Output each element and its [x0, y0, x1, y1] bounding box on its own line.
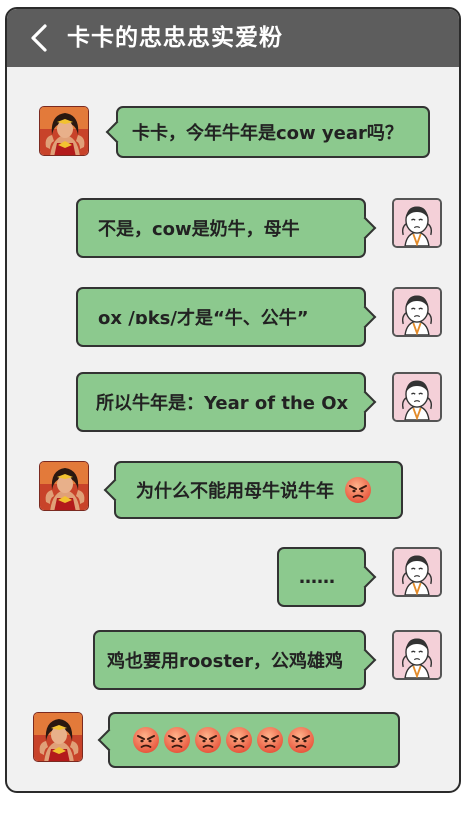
message-text: …… [299, 566, 335, 588]
bubble-tail [353, 565, 377, 589]
bubble-tail [103, 478, 127, 502]
superhero-avatar[interactable] [33, 712, 83, 762]
chat-bubble-right[interactable]: 所以牛年是：Year of the Ox [76, 372, 377, 432]
angry-face-icon [344, 476, 372, 504]
angry-face-icon [163, 726, 191, 754]
phone-frame: 卡卡的忠忠忠实爱粉 卡卡，今年牛年是cow year吗？ 不是，cow是奶牛，母… [5, 7, 461, 793]
bubble-tail [97, 728, 121, 752]
chat-bubble-right[interactable]: ox /ɒks/才是“牛、公牛” [76, 287, 377, 347]
bubble-tail [353, 305, 377, 329]
bubble-tail [353, 216, 377, 240]
chat-bubble-right[interactable]: …… [277, 547, 377, 607]
chat-title: 卡卡的忠忠忠实爱粉 [67, 25, 283, 51]
bubble-tail [105, 120, 129, 144]
cartoon-girl-avatar[interactable] [392, 547, 442, 597]
chat-header: 卡卡的忠忠忠实爱粉 [7, 9, 459, 67]
chat-bubble-right[interactable]: 鸡也要用rooster，公鸡雄鸡 [93, 630, 377, 690]
message-text: 不是，cow是奶牛，母牛 [98, 219, 300, 240]
angry-face-icon [287, 726, 315, 754]
message-text: ox /ɒks/才是“牛、公牛” [98, 308, 309, 329]
back-button[interactable] [25, 21, 55, 55]
chat-bubble-left[interactable]: 卡卡，今年牛年是cow year吗？ [105, 106, 430, 158]
cartoon-girl-avatar[interactable] [392, 630, 442, 680]
message-text: 为什么不能用母牛说牛年 [136, 481, 334, 502]
angry-face-icon [132, 726, 160, 754]
chevron-left-icon [31, 24, 47, 52]
superhero-avatar[interactable] [39, 106, 89, 156]
angry-face-icon [256, 726, 284, 754]
bubble-tail [353, 390, 377, 414]
chat-bubble-right[interactable]: 不是，cow是奶牛，母牛 [76, 198, 377, 258]
chat-bubble-left[interactable]: 为什么不能用母牛说牛年 [103, 461, 403, 519]
cartoon-girl-avatar[interactable] [392, 198, 442, 248]
chat-bubble-left[interactable] [97, 712, 400, 768]
bubble-tail [353, 648, 377, 672]
message-text: 鸡也要用rooster，公鸡雄鸡 [107, 651, 344, 672]
superhero-avatar[interactable] [39, 461, 89, 511]
message-text: 卡卡，今年牛年是cow year吗？ [132, 123, 403, 144]
angry-face-icon [194, 726, 222, 754]
cartoon-girl-avatar[interactable] [392, 372, 442, 422]
angry-face-icon [225, 726, 253, 754]
message-text: 所以牛年是：Year of the Ox [96, 393, 349, 414]
cartoon-girl-avatar[interactable] [392, 287, 442, 337]
